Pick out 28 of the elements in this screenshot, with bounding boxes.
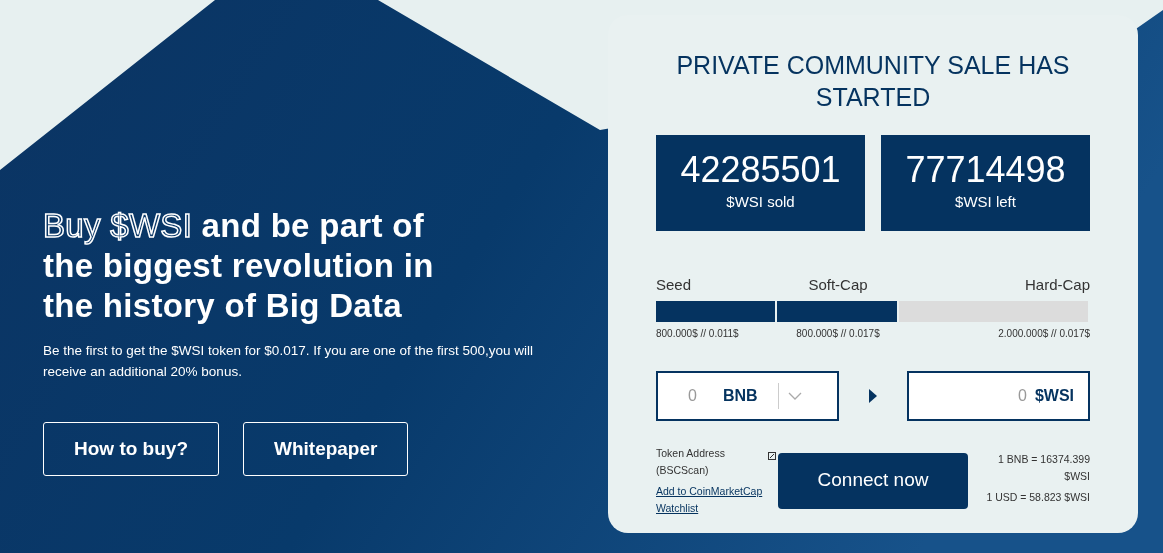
- stage-caption: 800.000$ // 0.017$: [795, 326, 881, 341]
- connect-button[interactable]: Connect now: [778, 452, 968, 509]
- arrow-right-icon: [869, 388, 877, 403]
- amount-field[interactable]: 0 $WSI: [907, 370, 1090, 421]
- currency-label: $WSI: [1034, 385, 1074, 406]
- amount-value: 0: [1017, 385, 1027, 406]
- stat-value: 42285501: [679, 149, 842, 191]
- external-link-icon[interactable]: [768, 451, 776, 460]
- rate-text: 1 USD = 58.823 $WSI: [985, 490, 1090, 505]
- outline-button[interactable]: Whitepaper: [243, 422, 409, 476]
- stage-label: Hard-Cap: [1023, 275, 1090, 295]
- rate-text: 1 BNB = 16374.399 $WSI: [997, 452, 1090, 484]
- watchlist-link[interactable]: Add to CoinMarketCap Watchlist: [656, 482, 776, 517]
- outline-button[interactable]: How to buy?: [43, 422, 219, 476]
- sale-title: PRIVATE COMMUNITY SALE HAS STARTED: [675, 50, 1071, 113]
- stat-value: 77714498: [904, 149, 1067, 191]
- amount-value: 0: [688, 385, 697, 406]
- currency-label: BNB: [722, 385, 758, 406]
- stage-caption: 800.000$ // 0.011$: [656, 326, 740, 341]
- stage-label: Seed: [656, 275, 693, 295]
- intro-text: Be the first to get the $WSI token for $0.017. If you are one of the first 500,you will receive an additional 20% bonus.: [43, 342, 535, 381]
- stage-caption: 2.000.000$ // 0.017$: [997, 326, 1090, 341]
- token-address-text: Token Address (BSCScan): [656, 445, 726, 478]
- stage-label: Soft-Cap: [807, 275, 869, 295]
- headline: Buy $WSI and be part of the biggest revolution in the history of Big Data: [43, 206, 435, 326]
- stat-label: $WSI sold: [725, 192, 796, 212]
- amount-field[interactable]: 0 BNB: [656, 370, 839, 421]
- stat-label: $WSI left: [954, 192, 1017, 212]
